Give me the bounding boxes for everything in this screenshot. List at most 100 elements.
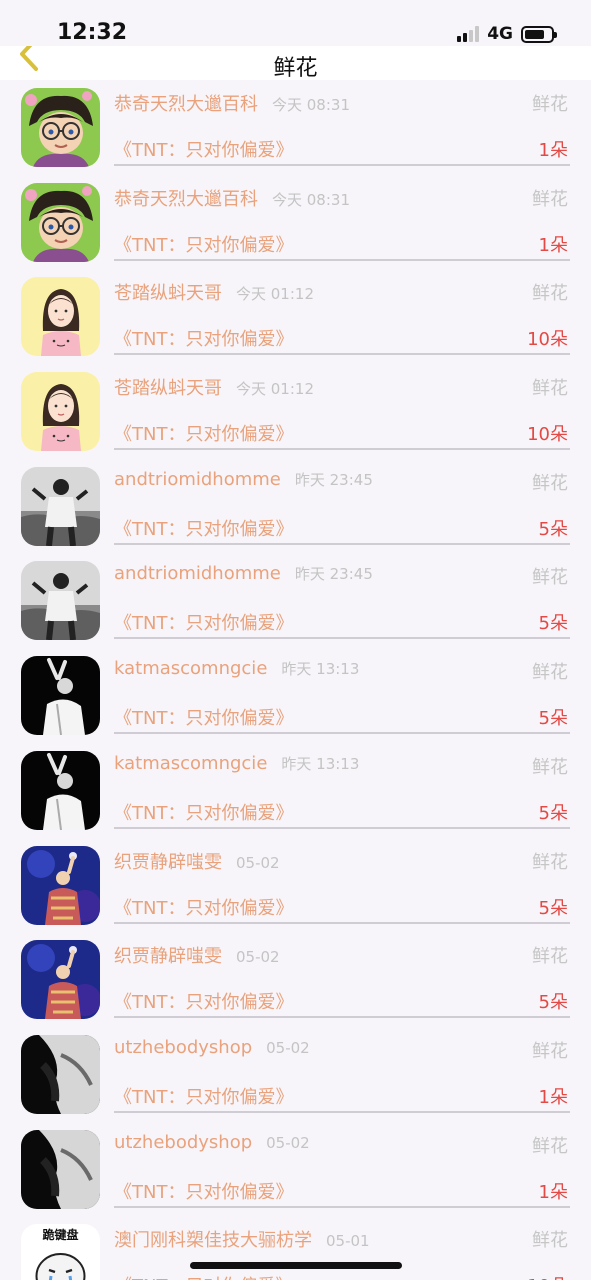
user-name-text[interactable]: katmascomngcie xyxy=(114,658,267,679)
user-name-text[interactable]: 织贾静辟嗤雯 xyxy=(114,852,222,873)
user-name-text[interactable]: 澳门刚科槊佳技大骊枋学 xyxy=(114,1230,312,1251)
timestamp: 昨天 13:13 xyxy=(281,660,360,679)
user-name[interactable]: 恭奇天烈大邋百科 今天 08:31 xyxy=(114,90,350,116)
svg-text:跪键盘: 跪键盘 xyxy=(42,1227,78,1242)
list-item[interactable]: andtriomidhomme 昨天 23:45 鲜花 《TNT：只对你偏爱》 5… xyxy=(0,459,591,554)
list-item[interactable]: 织贾静辟嗤雯 05-02 鲜花 《TNT：只对你偏爱》 5朵 xyxy=(0,838,591,933)
avatar[interactable] xyxy=(21,940,100,1020)
gift-type-label: 鲜花 xyxy=(532,1040,568,1062)
timestamp: 昨天 13:13 xyxy=(281,754,360,773)
user-name-text[interactable]: katmascomngcie xyxy=(114,753,267,774)
flower-gift-list: 恭奇天烈大邋百科 今天 08:31 鲜花 《TNT：只对你偏爱》 1朵 恭奇天烈大… xyxy=(0,80,591,1280)
status-time: 12:32 xyxy=(57,20,128,45)
song-title[interactable]: 《TNT：只对你偏爱》 xyxy=(114,799,293,825)
list-item[interactable]: 苍踏纵蚪天哥 今天 01:12 鲜花 《TNT：只对你偏爱》 10朵 xyxy=(0,364,591,459)
user-name[interactable]: andtriomidhomme 昨天 23:45 xyxy=(114,469,373,490)
list-item[interactable]: 恭奇天烈大邋百科 今天 08:31 鲜花 《TNT：只对你偏爱》 1朵 xyxy=(0,80,591,175)
user-name[interactable]: 澳门刚科槊佳技大骊枋学 05-01 xyxy=(114,1226,370,1252)
gift-type-label: 鲜花 xyxy=(532,946,568,968)
song-title[interactable]: 《TNT：只对你偏爱》 xyxy=(114,325,293,351)
row-divider xyxy=(114,637,570,640)
row-divider xyxy=(114,1016,570,1019)
row-divider xyxy=(114,258,570,261)
user-name-text[interactable]: 恭奇天烈大邋百科 xyxy=(114,189,258,210)
avatar[interactable] xyxy=(21,1129,100,1209)
song-title[interactable]: 《TNT：只对你偏爱》 xyxy=(114,988,293,1014)
gift-type-label: 鲜花 xyxy=(532,1135,568,1157)
gift-type-label: 鲜花 xyxy=(532,94,568,115)
row-divider xyxy=(114,732,570,735)
status-indicators: 4G xyxy=(457,22,557,46)
user-name-text[interactable]: 织贾静辟嗤雯 xyxy=(114,946,222,967)
list-item[interactable]: 苍踏纵蚪天哥 今天 01:12 鲜花 《TNT：只对你偏爱》 10朵 xyxy=(0,269,591,364)
timestamp: 05-02 xyxy=(236,948,280,967)
status-bar: 12:32 4G xyxy=(0,0,591,46)
song-title[interactable]: 《TNT：只对你偏爱》 xyxy=(114,1272,293,1280)
list-item[interactable]: katmascomngcie 昨天 13:13 鲜花 《TNT：只对你偏爱》 5朵 xyxy=(0,648,591,743)
row-divider xyxy=(114,921,570,924)
list-item[interactable]: katmascomngcie 昨天 13:13 鲜花 《TNT：只对你偏爱》 5朵 xyxy=(0,743,591,838)
list-item[interactable]: utzhebodyshop 05-02 鲜花 《TNT：只对你偏爱》 1朵 xyxy=(0,1122,591,1217)
flower-count: 5朵 xyxy=(538,518,568,540)
user-name-text[interactable]: andtriomidhomme xyxy=(114,469,281,490)
user-name[interactable]: utzhebodyshop 05-02 xyxy=(114,1132,310,1153)
song-title[interactable]: 《TNT：只对你偏爱》 xyxy=(114,231,293,257)
battery-icon xyxy=(521,25,557,43)
song-title[interactable]: 《TNT：只对你偏爱》 xyxy=(114,136,293,162)
song-title[interactable]: 《TNT：只对你偏爱》 xyxy=(114,609,293,635)
user-name-text[interactable]: andtriomidhomme xyxy=(114,563,281,584)
user-name[interactable]: katmascomngcie 昨天 13:13 xyxy=(114,753,359,774)
list-item[interactable]: utzhebodyshop 05-02 鲜花 《TNT：只对你偏爱》 1朵 xyxy=(0,1027,591,1122)
avatar[interactable] xyxy=(21,845,100,925)
timestamp: 今天 01:12 xyxy=(236,380,314,399)
song-title[interactable]: 《TNT：只对你偏爱》 xyxy=(114,894,293,920)
gift-type-label: 鲜花 xyxy=(532,283,568,305)
list-item[interactable]: 织贾静辟嗤雯 05-02 鲜花 《TNT：只对你偏爱》 5朵 xyxy=(0,932,591,1027)
avatar[interactable] xyxy=(21,561,100,641)
list-item[interactable]: 跪键盘 澳门刚科槊佳技大骊枋学 05-01 鲜花 《TNT：只对你偏爱》 10朵 xyxy=(0,1216,591,1280)
row-divider xyxy=(114,448,570,451)
user-name-text[interactable]: utzhebodyshop xyxy=(114,1037,252,1058)
avatar[interactable] xyxy=(21,1034,100,1114)
user-name[interactable]: utzhebodyshop 05-02 xyxy=(114,1037,310,1058)
user-name-text[interactable]: 恭奇天烈大邋百科 xyxy=(114,94,258,115)
user-name[interactable]: 恭奇天烈大邋百科 今天 08:31 xyxy=(114,185,350,211)
list-item[interactable]: andtriomidhomme 昨天 23:45 鲜花 《TNT：只对你偏爱》 5… xyxy=(0,553,591,648)
avatar[interactable] xyxy=(21,372,100,452)
song-title[interactable]: 《TNT：只对你偏爱》 xyxy=(114,704,293,730)
user-name[interactable]: 织贾静辟嗤雯 05-02 xyxy=(114,942,280,968)
home-indicator[interactable] xyxy=(190,1262,402,1269)
avatar[interactable] xyxy=(21,277,100,357)
row-divider xyxy=(114,353,570,356)
user-name[interactable]: andtriomidhomme 昨天 23:45 xyxy=(114,563,373,584)
flower-count: 1朵 xyxy=(538,140,568,161)
avatar[interactable] xyxy=(21,88,100,167)
avatar[interactable] xyxy=(21,656,100,736)
timestamp: 今天 01:12 xyxy=(236,285,314,304)
network-type: 4G xyxy=(487,24,513,44)
gift-type-label: 鲜花 xyxy=(532,756,568,778)
flower-count: 10朵 xyxy=(527,329,568,351)
user-name-text[interactable]: 苍踏纵蚪天哥 xyxy=(114,378,222,399)
user-name[interactable]: 织贾静辟嗤雯 05-02 xyxy=(114,848,280,874)
user-name-text[interactable]: utzhebodyshop xyxy=(114,1132,252,1153)
flower-count: 5朵 xyxy=(538,992,568,1014)
flower-count: 5朵 xyxy=(538,708,568,730)
song-title[interactable]: 《TNT：只对你偏爱》 xyxy=(114,1083,293,1109)
user-name[interactable]: 苍踏纵蚪天哥 今天 01:12 xyxy=(114,279,314,305)
song-title[interactable]: 《TNT：只对你偏爱》 xyxy=(114,1178,293,1204)
row-divider xyxy=(114,826,570,829)
row-divider xyxy=(114,1205,570,1208)
gift-type-label: 鲜花 xyxy=(532,851,568,873)
song-title[interactable]: 《TNT：只对你偏爱》 xyxy=(114,515,293,541)
user-name[interactable]: 苍踏纵蚪天哥 今天 01:12 xyxy=(114,374,314,400)
user-name-text[interactable]: 苍踏纵蚪天哥 xyxy=(114,283,222,304)
avatar[interactable] xyxy=(21,182,100,262)
song-title[interactable]: 《TNT：只对你偏爱》 xyxy=(114,420,293,446)
avatar[interactable] xyxy=(21,466,100,546)
user-name[interactable]: katmascomngcie 昨天 13:13 xyxy=(114,658,359,679)
avatar[interactable] xyxy=(21,750,100,830)
list-item[interactable]: 恭奇天烈大邋百科 今天 08:31 鲜花 《TNT：只对你偏爱》 1朵 xyxy=(0,175,591,270)
avatar[interactable]: 跪键盘 xyxy=(21,1224,100,1280)
flower-count: 5朵 xyxy=(538,802,568,824)
